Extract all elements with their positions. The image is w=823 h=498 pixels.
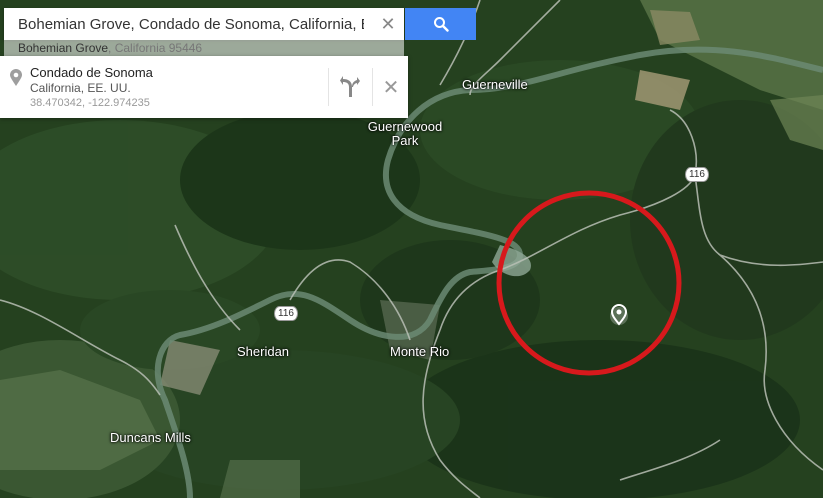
location-pin-icon [10, 69, 22, 86]
search-suggestion[interactable]: Bohemian Grove, California 95446 [4, 40, 404, 56]
route-shield-116: 116 [274, 306, 298, 321]
search-icon [433, 17, 449, 32]
route-shield-116: 116 [685, 167, 709, 182]
close-icon: ✕ [380, 13, 396, 34]
town-label-guerneville: Guerneville [462, 77, 528, 92]
town-label-duncans-mills: Duncans Mills [110, 430, 191, 445]
town-label-sheridan: Sheridan [237, 344, 290, 359]
town-label-guernewood-park: Guernewood Park [367, 119, 443, 148]
clear-search-button[interactable]: ✕ [372, 8, 404, 40]
close-icon: ✕ [382, 76, 400, 99]
location-pin-icon[interactable] [610, 304, 628, 326]
search-input[interactable] [4, 8, 364, 40]
suggestion-secondary: , California 95446 [108, 41, 203, 55]
search-box: ✕ [4, 8, 404, 40]
divider [328, 68, 329, 106]
search-button[interactable] [405, 8, 476, 40]
divider [372, 68, 373, 106]
town-label-monte-rio: Monte Rio [390, 344, 450, 359]
directions-icon [340, 76, 360, 97]
place-card: Condado de Sonoma California, EE. UU. 38… [0, 56, 408, 118]
place-coordinates: 38.470342, -122.974235 [30, 97, 150, 109]
directions-button[interactable] [332, 70, 368, 104]
place-region: California, EE. UU. [30, 81, 131, 95]
suggestion-main: Bohemian Grove [18, 41, 109, 55]
close-card-button[interactable]: ✕ [376, 70, 406, 104]
place-name: Condado de Sonoma [30, 65, 153, 80]
